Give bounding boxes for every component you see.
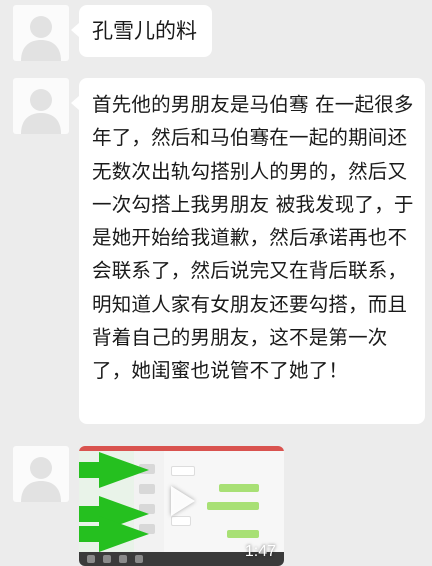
avatar[interactable] bbox=[13, 5, 69, 61]
default-avatar-icon bbox=[21, 89, 61, 134]
play-icon[interactable] bbox=[171, 486, 195, 516]
video-thumbnail-bubble bbox=[207, 502, 259, 510]
message-bubble[interactable]: 首先他的男朋友是马伯骞 在一起很多年了，然后和马伯骞在一起的期间还无数次出轨勾搭… bbox=[71, 78, 425, 424]
taskbar-icon bbox=[119, 555, 127, 563]
green-arrow-icon bbox=[99, 452, 149, 488]
bubble-tail bbox=[71, 23, 79, 37]
video-thumbnail-bubble bbox=[171, 516, 191, 526]
message-text: 孔雪儿的料 bbox=[92, 19, 197, 43]
video-message[interactable]: 1:47 bbox=[79, 446, 284, 566]
green-arrow-icon bbox=[99, 516, 149, 552]
default-avatar-icon bbox=[21, 457, 61, 502]
bubble-tail bbox=[71, 96, 79, 110]
default-avatar-icon bbox=[21, 16, 61, 61]
taskbar-icon bbox=[135, 555, 143, 563]
taskbar-icon bbox=[87, 555, 95, 563]
video-thumbnail-bubble bbox=[171, 466, 195, 476]
message-text: 首先他的男朋友是马伯骞 在一起很多年了，然后和马伯骞在一起的期间还无数次出轨勾搭… bbox=[92, 93, 414, 383]
taskbar-icon bbox=[103, 555, 111, 563]
video-thumbnail-bubble bbox=[219, 484, 259, 492]
video-duration: 1:47 bbox=[244, 543, 276, 560]
avatar[interactable] bbox=[13, 78, 69, 134]
avatar[interactable] bbox=[13, 446, 69, 502]
message-bubble[interactable]: 孔雪儿的料 bbox=[71, 5, 212, 57]
video-thumbnail-bubble bbox=[227, 530, 259, 538]
